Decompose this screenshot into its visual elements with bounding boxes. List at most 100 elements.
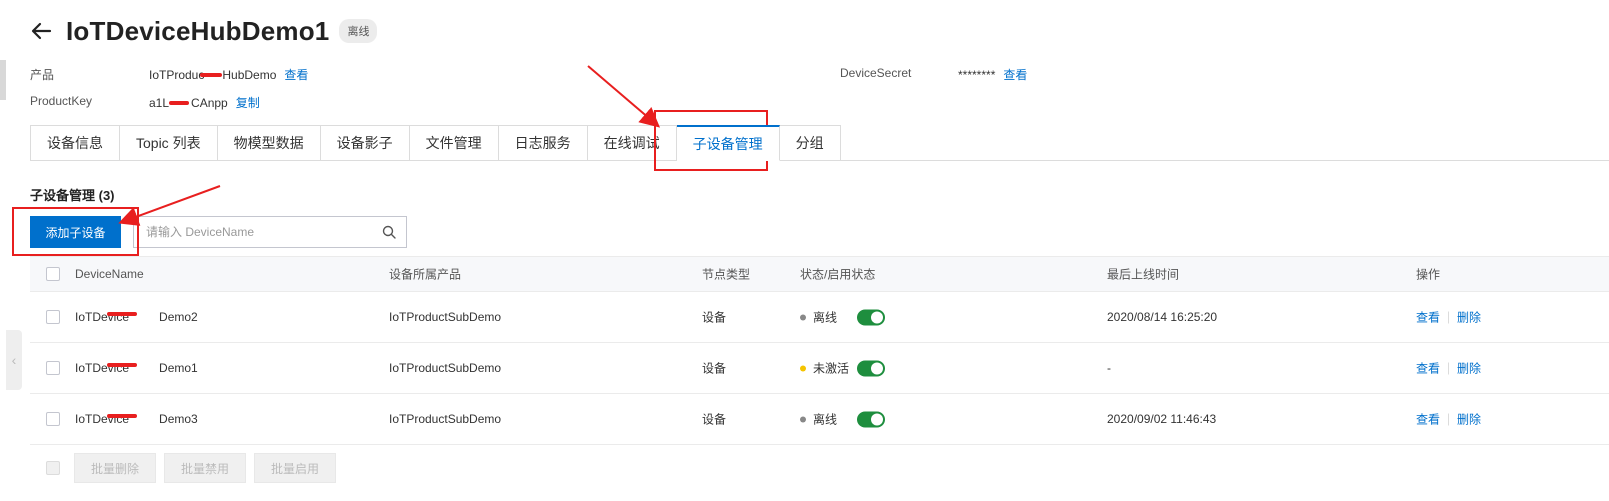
select-all-checkbox[interactable] [46,267,60,281]
tab-device-shadow[interactable]: 设备影子 [320,125,410,161]
batch-actions-bar: 批量删除 批量禁用 批量启用 [30,452,337,484]
actions-cell: 查看 删除 [1416,411,1481,428]
product-label: 产品 [30,68,55,82]
sub-device-table: DeviceName 设备所属产品 节点类型 状态/启用状态 最后上线时间 操作… [30,256,1609,445]
table-row: IoTDevice Demo2 IoTProductSubDemo 设备 离线 … [30,292,1609,343]
last-online-cell: 2020/08/14 16:25:20 [1107,310,1218,324]
device-name-cell: IoTDevice Demo3 [75,412,198,426]
enable-toggle[interactable] [857,309,886,325]
action-divider [1448,413,1450,425]
detail-tabs: 设备信息 Topic 列表 物模型数据 设备影子 文件管理 日志服务 在线调试 … [30,125,841,161]
node-type-cell: 设备 [702,361,727,376]
search-icon[interactable] [382,225,396,239]
chevron-left-icon: ‹ [11,352,17,368]
node-type-cell: 设备 [702,310,727,325]
productkey-value-start: a1L [149,95,170,110]
status-text: 离线 [813,310,838,325]
redaction-mark [200,72,223,77]
devicesecret-value: ******** [958,67,996,82]
status-badge: 离线 [339,19,378,43]
page-header: IoTDeviceHubDemo1 离线 [30,14,378,48]
info-productkey-value-row: a1L CAnpp 复制 [149,94,260,111]
redaction-mark [169,100,190,105]
row-checkbox[interactable] [46,412,60,426]
column-header-actions: 操作 [1416,267,1441,282]
info-productkey-label-row: ProductKey [30,94,92,108]
product-value-start: IoTProduc [149,67,205,82]
info-product-value-row: IoTProduc HubDemo 查看 [149,66,308,83]
sidebar-collapse-toggle[interactable]: ‹ [6,330,22,390]
enable-toggle[interactable] [857,411,886,427]
status-dot-icon [800,365,806,371]
device-search-input[interactable] [134,217,382,247]
redaction-mark [107,414,138,418]
page-title: IoTDeviceHubDemo1 [66,15,330,46]
product-view-link[interactable]: 查看 [284,66,308,83]
annotation-arrow-tab [587,65,661,128]
tab-topic-list[interactable]: Topic 列表 [120,125,218,161]
column-header-last-online: 最后上线时间 [1107,267,1180,282]
enable-toggle[interactable] [857,360,886,376]
delete-link[interactable]: 删除 [1457,309,1481,326]
table-row: IoTDevice Demo1 IoTProductSubDemo 设备 未激活… [30,343,1609,394]
annotation-box-button [12,207,139,256]
redaction-mark [107,312,138,316]
status-text: 离线 [813,412,838,427]
column-header-product: 设备所属产品 [389,267,462,282]
productkey-label: ProductKey [30,94,93,108]
last-online-cell: - [1107,361,1111,375]
table-header-row: DeviceName 设备所属产品 节点类型 状态/启用状态 最后上线时间 操作 [30,256,1609,292]
info-product-label-row: 产品 [30,66,54,83]
table-row: IoTDevice Demo3 IoTProductSubDemo 设备 离线 … [30,394,1609,445]
batch-enable-button[interactable]: 批量启用 [254,453,337,483]
delete-link[interactable]: 删除 [1457,360,1481,377]
section-title: 子设备管理 (3) [30,188,115,203]
tab-sub-device-management[interactable]: 子设备管理 [676,125,780,161]
tab-groups[interactable]: 分组 [779,125,841,161]
device-search-box [133,216,407,248]
view-link[interactable]: 查看 [1416,309,1440,326]
last-online-cell: 2020/09/02 11:46:43 [1107,412,1217,426]
device-name-end: Demo2 [159,310,198,324]
row-checkbox[interactable] [46,310,60,324]
column-header-node-type: 节点类型 [702,267,751,282]
batch-delete-button[interactable]: 批量删除 [74,453,157,483]
footer-select-all-checkbox[interactable] [46,461,60,475]
tab-log-service[interactable]: 日志服务 [498,125,588,161]
view-link[interactable]: 查看 [1416,360,1440,377]
product-cell: IoTProductSubDemo [389,412,502,426]
action-divider [1448,311,1450,323]
node-type-cell: 设备 [702,412,727,427]
left-edge-bar [0,60,6,100]
tab-file-management[interactable]: 文件管理 [409,125,499,161]
device-name-end: Demo1 [159,361,198,375]
status-dot-icon [800,314,806,320]
tab-thing-model-data[interactable]: 物模型数据 [217,125,321,161]
delete-link[interactable]: 删除 [1457,411,1481,428]
product-cell: IoTProductSubDemo [389,361,502,375]
device-name-cell: IoTDevice Demo2 [75,310,198,324]
product-value-end: HubDemo [222,67,277,82]
column-header-status: 状态/启用状态 [800,267,876,282]
row-checkbox[interactable] [46,361,60,375]
tab-device-info[interactable]: 设备信息 [30,125,120,161]
actions-cell: 查看 删除 [1416,360,1481,377]
productkey-value-end: CAnpp [191,95,228,110]
redaction-mark [107,363,138,367]
view-link[interactable]: 查看 [1416,411,1440,428]
batch-disable-button[interactable]: 批量禁用 [164,453,247,483]
status-cell: 未激活 [800,360,886,377]
status-text: 未激活 [813,361,850,376]
productkey-copy-link[interactable]: 复制 [236,94,260,111]
info-secret-label-row: DeviceSecret [840,66,911,80]
action-divider [1448,362,1450,374]
device-name-cell: IoTDevice Demo1 [75,361,198,375]
devicesecret-label: DeviceSecret [840,66,912,80]
device-name-end: Demo3 [159,412,198,426]
back-arrow-icon[interactable] [30,20,52,42]
status-cell: 离线 [800,411,886,428]
actions-cell: 查看 删除 [1416,309,1481,326]
info-secret-value-row: ******** 查看 [958,66,1027,83]
devicesecret-view-link[interactable]: 查看 [1003,66,1027,83]
status-dot-icon [800,416,806,422]
